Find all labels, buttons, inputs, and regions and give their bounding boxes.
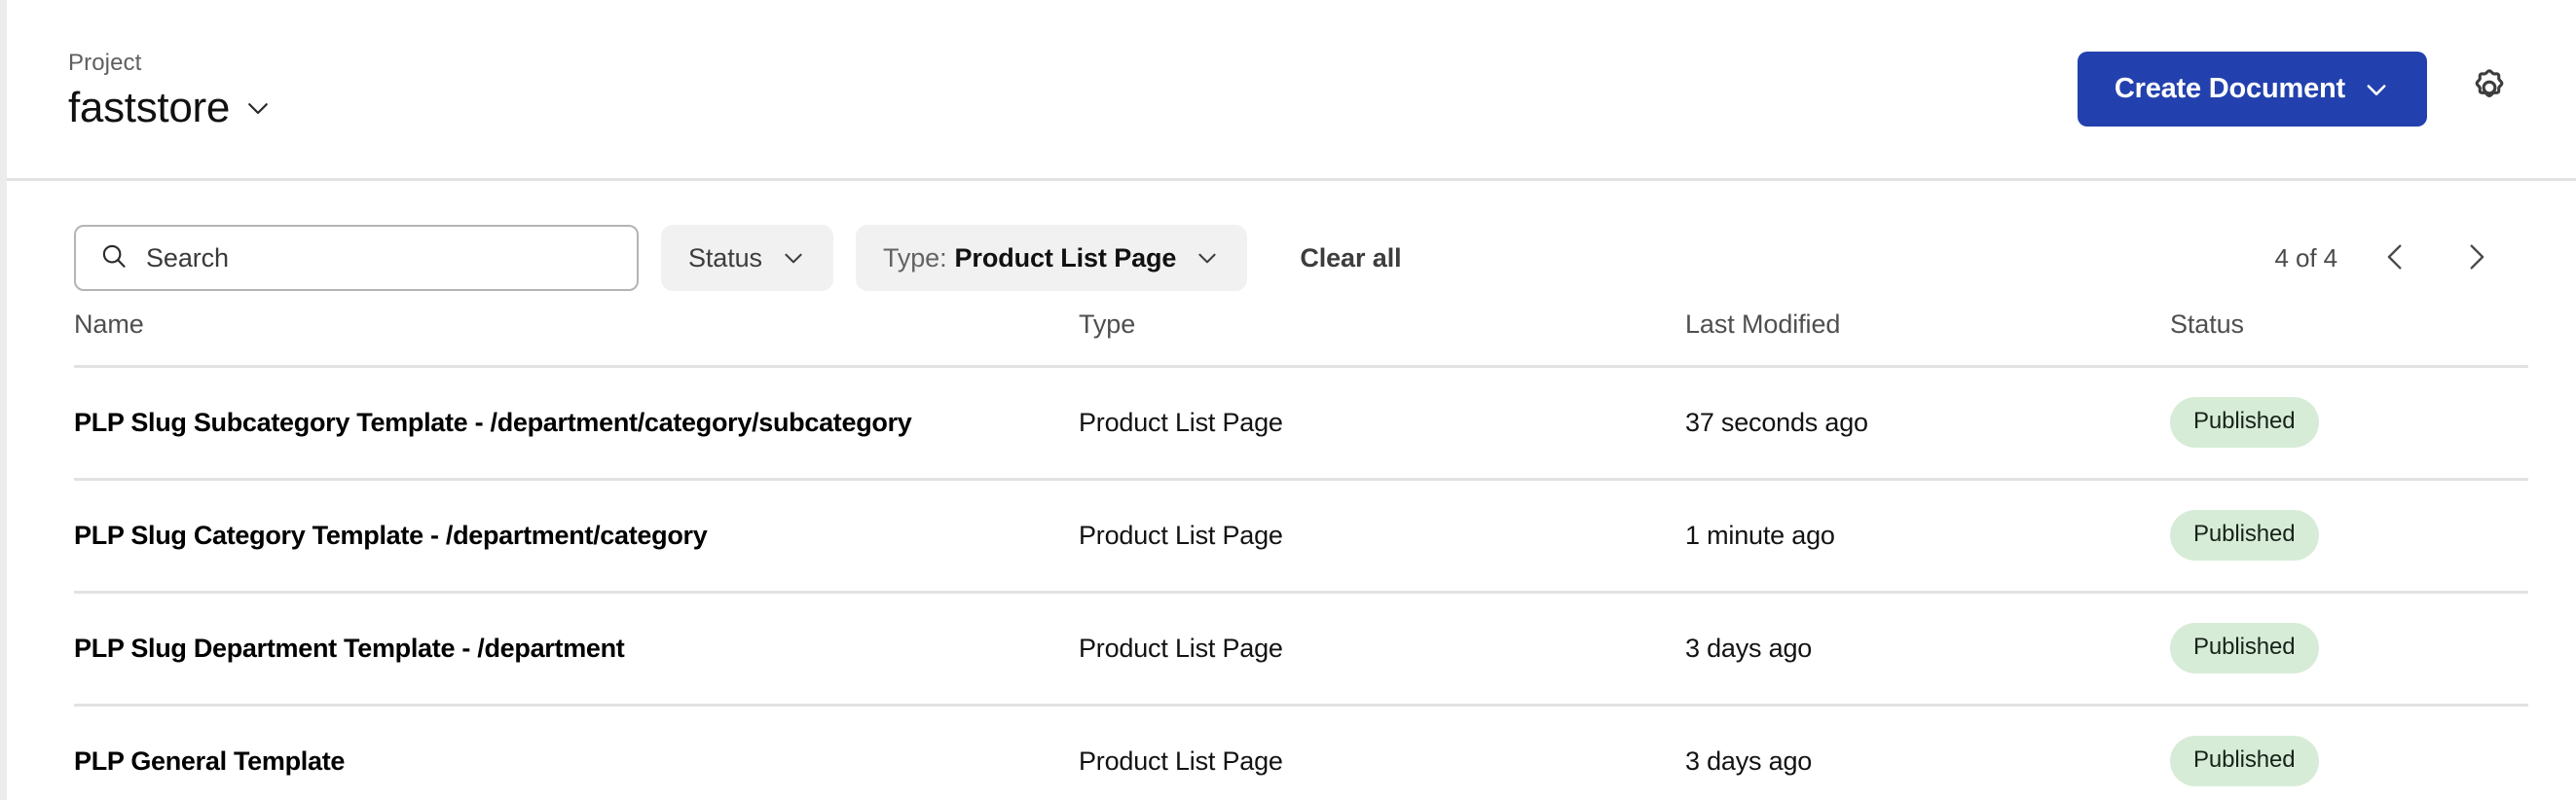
type-filter-key: Type: — [882, 242, 947, 273]
search-input[interactable] — [146, 242, 613, 273]
status-badge: Published — [2170, 397, 2319, 448]
create-document-label: Create Document — [2114, 73, 2345, 104]
project-name-row[interactable]: faststore — [68, 84, 273, 133]
row-type: Product List Page — [1079, 479, 1685, 594]
row-name[interactable]: PLP Slug Subcategory Template - /departm… — [74, 366, 1079, 481]
type-filter-value: Product List Page — [954, 242, 1177, 273]
chevron-down-icon — [1195, 245, 1220, 271]
chevron-down-icon — [243, 93, 273, 123]
pagination: 4 of 4 — [2275, 236, 2521, 279]
row-name[interactable]: PLP Slug Department Template - /departme… — [74, 592, 1079, 707]
chevron-right-icon — [2459, 240, 2492, 276]
gear-icon — [2468, 66, 2511, 112]
page-header: Project faststore Create Document — [7, 0, 2576, 181]
type-filter-button[interactable]: Type: Product List Page — [855, 225, 1248, 291]
column-header-name[interactable]: Name — [74, 290, 1079, 368]
row-status-cell: Published — [2170, 366, 2528, 481]
chevron-left-icon — [2379, 240, 2412, 276]
documents-table: Name Type Last Modified Status PLP Slug … — [74, 290, 2528, 800]
table-row[interactable]: PLP General Template Product List Page 3… — [74, 705, 2528, 800]
create-document-button[interactable]: Create Document — [2077, 52, 2427, 127]
row-type: Product List Page — [1079, 366, 1685, 481]
filter-bar: Status Type: Product List Page Clear all… — [7, 181, 2576, 291]
search-icon — [99, 241, 129, 275]
header-actions: Create Document — [2077, 52, 2521, 127]
table-header-row: Name Type Last Modified Status — [74, 290, 2528, 368]
row-last-modified: 1 minute ago — [1685, 479, 2170, 594]
status-badge: Published — [2170, 510, 2319, 561]
chevron-down-icon — [2363, 76, 2390, 103]
status-badge: Published — [2170, 736, 2319, 786]
column-header-last-modified[interactable]: Last Modified — [1685, 290, 2170, 368]
row-last-modified: 3 days ago — [1685, 592, 2170, 707]
project-label: Project — [68, 49, 142, 76]
row-last-modified: 3 days ago — [1685, 705, 2170, 800]
row-status-cell: Published — [2170, 705, 2528, 800]
status-badge: Published — [2170, 623, 2319, 673]
clear-all-button[interactable]: Clear all — [1296, 234, 1405, 283]
row-type: Product List Page — [1079, 705, 1685, 800]
table-body: PLP Slug Subcategory Template - /departm… — [74, 366, 2528, 800]
pagination-next-button[interactable] — [2454, 236, 2497, 279]
project-name: faststore — [68, 83, 231, 131]
row-name[interactable]: PLP Slug Category Template - /department… — [74, 479, 1079, 594]
documents-table-container: Name Type Last Modified Status PLP Slug … — [7, 290, 2576, 800]
column-header-status[interactable]: Status — [2170, 290, 2528, 368]
table-row[interactable]: PLP Slug Subcategory Template - /departm… — [74, 366, 2528, 481]
chevron-down-icon — [781, 245, 806, 271]
table-head: Name Type Last Modified Status — [74, 290, 2528, 368]
table-row[interactable]: PLP Slug Category Template - /department… — [74, 479, 2528, 594]
row-last-modified: 37 seconds ago — [1685, 366, 2170, 481]
settings-button[interactable] — [2462, 62, 2517, 117]
pagination-prev-button[interactable] — [2374, 236, 2417, 279]
status-filter-button[interactable]: Status — [661, 225, 833, 291]
row-status-cell: Published — [2170, 479, 2528, 594]
pagination-count: 4 of 4 — [2274, 242, 2338, 273]
document-list-page: Project faststore Create Document Search… — [0, 0, 2576, 800]
table-row[interactable]: PLP Slug Department Template - /departme… — [74, 592, 2528, 707]
row-name[interactable]: PLP General Template — [74, 705, 1079, 800]
search-box[interactable] — [74, 225, 639, 291]
status-filter-label: Status — [688, 242, 762, 273]
row-status-cell: Published — [2170, 592, 2528, 707]
project-selector[interactable]: Project faststore — [68, 46, 273, 132]
column-header-type[interactable]: Type — [1079, 290, 1685, 368]
row-type: Product List Page — [1079, 592, 1685, 707]
